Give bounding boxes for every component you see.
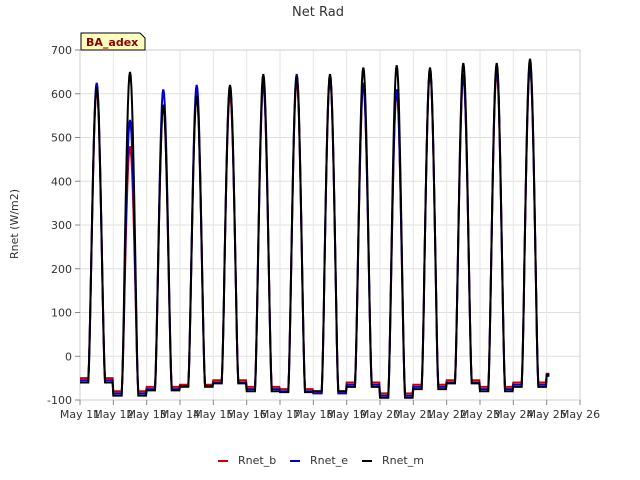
badge-label: BA_adex bbox=[86, 36, 138, 49]
legend-label-Rnet_m: Rnet_m bbox=[382, 454, 424, 467]
y-tick-label: 500 bbox=[51, 132, 72, 145]
x-tick-label: May 26 bbox=[560, 408, 600, 421]
y-axis-ticks: -100 0 100 200 300 400 500 600 700 bbox=[47, 44, 80, 407]
legend: Rnet_b Rnet_e Rnet_m bbox=[218, 454, 424, 467]
y-tick-label: 300 bbox=[51, 219, 72, 232]
y-tick-label: 0 bbox=[65, 350, 72, 363]
y-tick-label: 600 bbox=[51, 88, 72, 101]
chart: -100 0 100 200 300 400 500 600 700 May 11May 12M… bbox=[8, 5, 600, 467]
y-axis-label: Rnet (W/m2) bbox=[8, 189, 21, 259]
chart-title: Net Rad bbox=[292, 5, 344, 20]
y-tick-label: 100 bbox=[51, 307, 72, 320]
y-tick-label: 400 bbox=[51, 175, 72, 188]
plot-background bbox=[79, 49, 581, 401]
badge: BA_adex bbox=[80, 32, 146, 51]
y-tick-label: -100 bbox=[47, 394, 72, 407]
y-tick-label: 200 bbox=[51, 263, 72, 276]
legend-label-Rnet_b: Rnet_b bbox=[238, 454, 276, 467]
legend-label-Rnet_e: Rnet_e bbox=[310, 454, 348, 467]
y-tick-label: 700 bbox=[51, 44, 72, 57]
x-axis-ticks: May 11May 12May 13May 14May 15May 16May … bbox=[60, 400, 600, 421]
